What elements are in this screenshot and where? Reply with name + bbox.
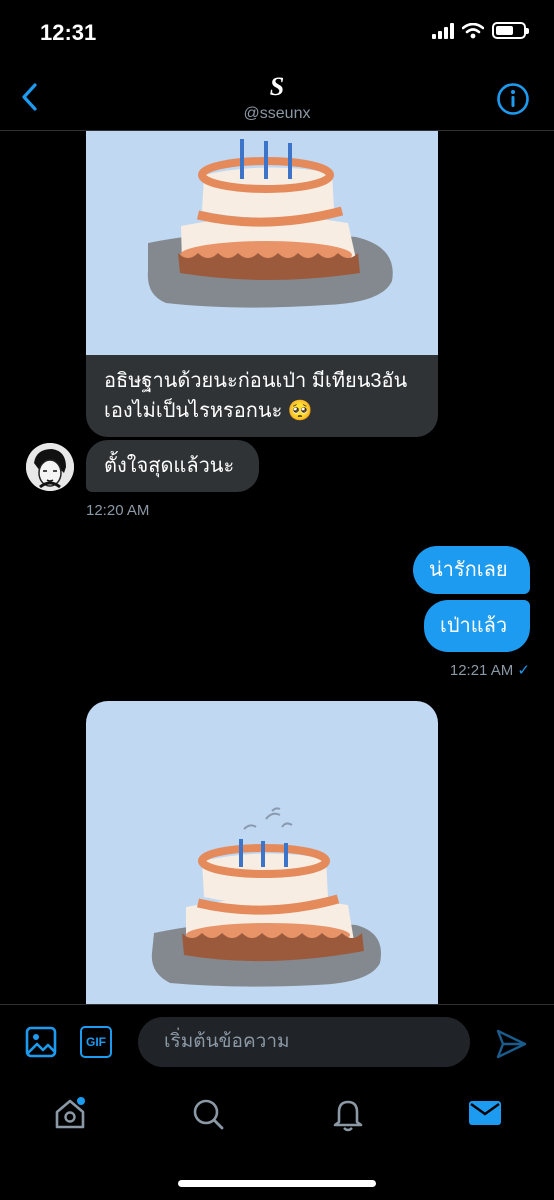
- home-icon[interactable]: [52, 1096, 88, 1132]
- gif-icon[interactable]: GIF: [80, 1026, 112, 1058]
- message-bubble-caption[interactable]: อธิษฐานด้วยนะก่อนเป่า มีเทียน3อันเองไม่เ…: [86, 355, 438, 437]
- conversation-name[interactable]: S: [0, 72, 554, 102]
- read-check-icon: ✓: [517, 662, 530, 679]
- avatar[interactable]: [26, 443, 74, 491]
- conversation-header: S @sseunx: [0, 60, 554, 131]
- home-indicator: [178, 1180, 376, 1187]
- conversation-handle[interactable]: @sseunx: [0, 105, 554, 123]
- wifi-icon: [462, 22, 484, 38]
- message-text: อธิษฐานด้วยนะก่อนเป่า มีเทียน3อันเองไม่เ…: [104, 370, 408, 422]
- message-text: เป่าแล้ว: [440, 615, 508, 637]
- cake-drawing-1: [147, 139, 393, 308]
- pleading-emoji: 🥺: [287, 400, 313, 422]
- message-input[interactable]: [138, 1017, 470, 1067]
- battery-icon: [492, 22, 529, 39]
- notifications-icon[interactable]: [330, 1096, 366, 1132]
- send-icon[interactable]: [494, 1027, 528, 1061]
- message-timestamp: 12:21 AM: [449, 662, 514, 679]
- avatar-image: [26, 443, 74, 491]
- cake-image-2[interactable]: [86, 701, 438, 1004]
- status-icons: [432, 22, 529, 39]
- cake-image-1[interactable]: [86, 131, 438, 355]
- message-timestamp: 12:20 AM: [86, 502, 150, 519]
- message-text: น่ารักเลย: [429, 559, 508, 581]
- message-bubble-received[interactable]: ตั้งใจสุดแล้วนะ: [86, 440, 259, 492]
- message-composer: GIF: [0, 1004, 554, 1081]
- message-bubble-sent[interactable]: เป่าแล้ว: [424, 600, 530, 652]
- message-bubble-sent[interactable]: น่ารักเลย: [413, 546, 530, 594]
- message-text: ตั้งใจสุดแล้วนะ: [104, 455, 235, 477]
- signal-icon: [432, 22, 454, 39]
- sent-timestamp: 12:21 AM ✓: [450, 661, 530, 679]
- info-icon[interactable]: [496, 82, 530, 116]
- search-icon[interactable]: [190, 1096, 226, 1132]
- cake-drawing-2: [151, 807, 381, 987]
- messages-icon[interactable]: [468, 1098, 502, 1128]
- image-icon[interactable]: [24, 1025, 58, 1059]
- status-time: 12:31: [40, 20, 97, 45]
